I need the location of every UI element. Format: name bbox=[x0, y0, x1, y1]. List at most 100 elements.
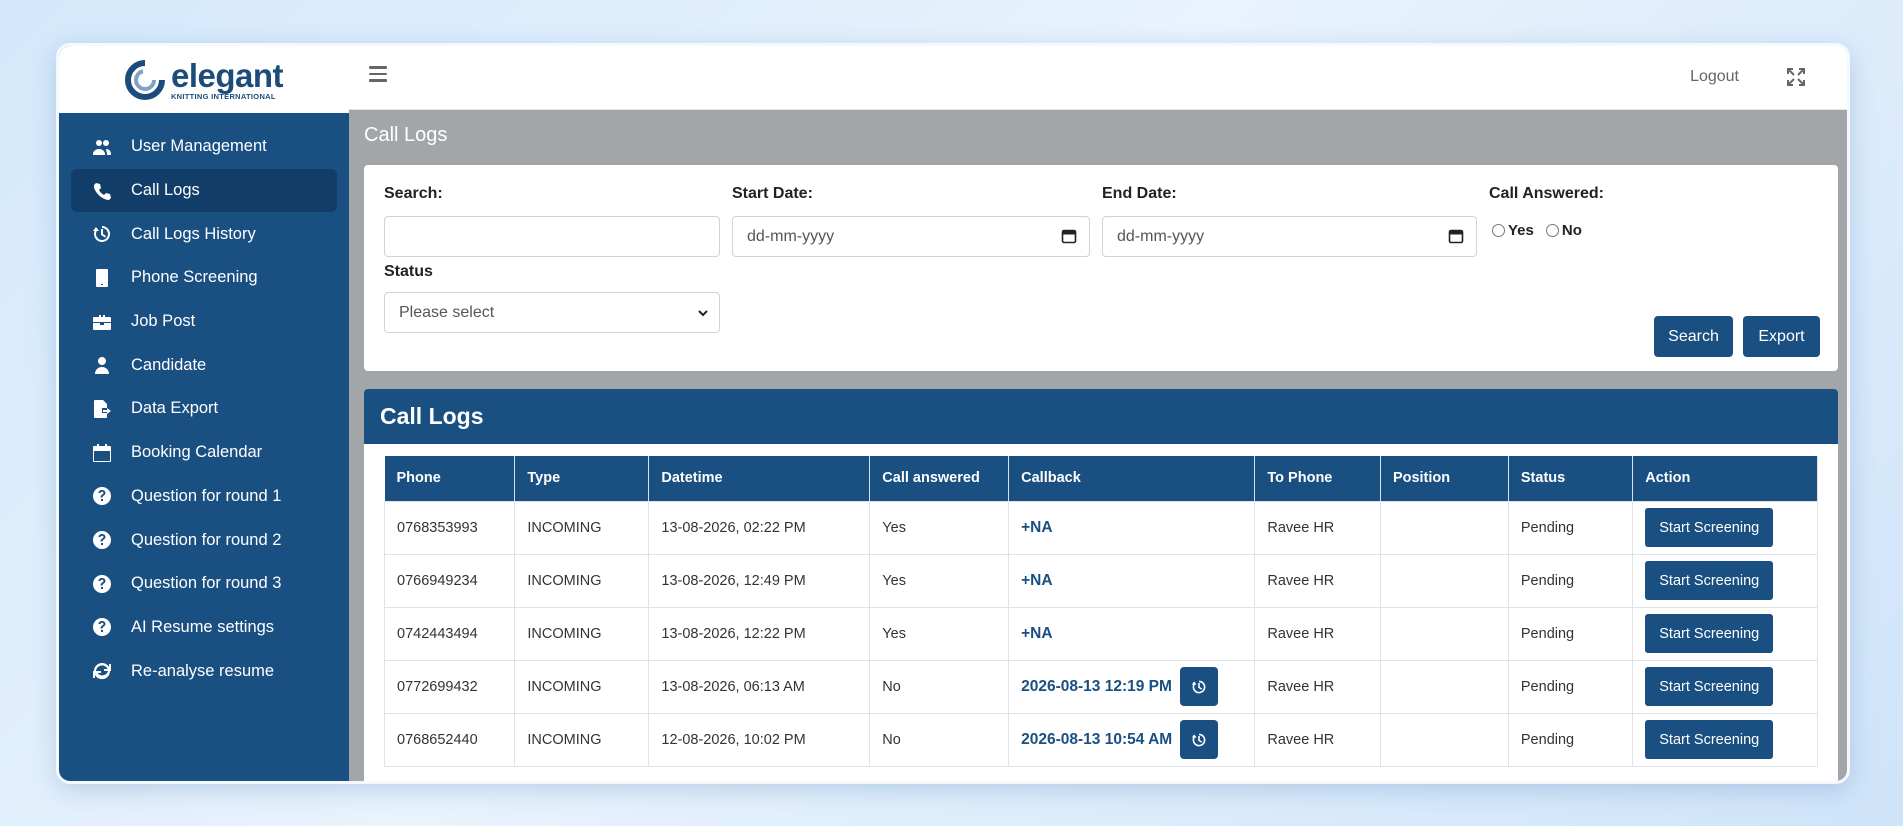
logo-mark-icon bbox=[124, 59, 165, 100]
radio-yes-dot[interactable] bbox=[1492, 224, 1505, 237]
logo-tagline: KNITTING INTERNATIONAL bbox=[170, 91, 276, 101]
callback-history-button[interactable] bbox=[1179, 667, 1218, 706]
cell-action: Start Screening bbox=[1632, 500, 1818, 555]
refresh-icon bbox=[91, 660, 113, 682]
table-row: 0742443494 INCOMING 13-08-2026, 12:22 PM Ye… bbox=[383, 606, 1818, 661]
start-screening-button[interactable]: Start Screening bbox=[1645, 720, 1774, 759]
callback-value: 2026-08-13 12:19 PM bbox=[1021, 677, 1172, 695]
question-circle-icon bbox=[91, 529, 113, 551]
column-header[interactable]: Callback bbox=[1008, 456, 1256, 501]
start-date-placeholder: dd-mm-yyyy bbox=[747, 227, 835, 245]
cell-call-answered: No bbox=[869, 712, 1010, 767]
cell-call-answered: Yes bbox=[869, 606, 1010, 661]
status-select[interactable]: Please select bbox=[384, 292, 720, 333]
start-screening-button[interactable]: Start Screening bbox=[1645, 508, 1774, 547]
briefcase-icon bbox=[91, 311, 113, 333]
cell-type: INCOMING bbox=[514, 500, 650, 555]
logo-name: elegant bbox=[170, 56, 284, 94]
callback-value: +NA bbox=[1021, 518, 1053, 536]
cell-callback: +NA bbox=[1008, 606, 1256, 661]
sidebar-item-ai-resume-settings[interactable]: AI Resume settings bbox=[71, 606, 337, 650]
sidebar-item-call-logs-history[interactable]: Call Logs History bbox=[71, 212, 337, 256]
users-icon bbox=[91, 136, 113, 158]
start-screening-button[interactable]: Start Screening bbox=[1645, 667, 1774, 706]
menu-toggle-icon[interactable] bbox=[369, 66, 387, 82]
table-row: 0768652440 INCOMING 12-08-2026, 10:02 PM No… bbox=[383, 712, 1818, 767]
cell-datetime: 13-08-2026, 02:22 PM bbox=[648, 500, 871, 555]
sidebar-nav: User Management Call Logs Call Logs Histor… bbox=[59, 113, 349, 693]
phone-icon bbox=[91, 180, 113, 202]
question-circle-icon bbox=[91, 616, 113, 638]
sidebar-item-label: Question for round 1 bbox=[131, 486, 282, 505]
sidebar-item-job-post[interactable]: Job Post bbox=[71, 300, 337, 344]
cell-to-phone: Ravee HR bbox=[1254, 606, 1381, 661]
call-logs-panel: Call Logs Phone Type Datetime Call answered… bbox=[364, 389, 1838, 781]
start-date-input[interactable]: dd-mm-yyyy bbox=[732, 216, 1090, 257]
sidebar-item-label: AI Resume settings bbox=[131, 617, 275, 636]
sidebar-item-label: Job Post bbox=[131, 312, 196, 331]
file-export-icon bbox=[91, 398, 113, 420]
radio-no-label: No bbox=[1561, 222, 1582, 239]
column-header[interactable]: Call answered bbox=[869, 456, 1010, 501]
end-date-placeholder: dd-mm-yyyy bbox=[1117, 227, 1205, 245]
call-answered-label: Call Answered: bbox=[1489, 185, 1604, 202]
start-screening-button[interactable]: Start Screening bbox=[1645, 561, 1774, 600]
export-button[interactable]: Export bbox=[1743, 316, 1820, 357]
sidebar-item-question-for-round-2[interactable]: Question for round 2 bbox=[71, 518, 337, 562]
sidebar: elegant KNITTING INTERNATIONAL User Mana… bbox=[59, 46, 349, 781]
cell-datetime: 13-08-2026, 12:22 PM bbox=[648, 606, 871, 661]
sidebar-item-label: Question for round 3 bbox=[131, 574, 282, 593]
cell-type: INCOMING bbox=[514, 606, 650, 661]
search-button[interactable]: Search bbox=[1654, 316, 1733, 357]
fullscreen-icon[interactable] bbox=[1785, 66, 1807, 88]
topbar: Logout bbox=[349, 46, 1847, 110]
sidebar-item-user-management[interactable]: User Management bbox=[71, 125, 337, 169]
cell-to-phone: Ravee HR bbox=[1254, 553, 1381, 608]
calendar-icon bbox=[91, 442, 113, 464]
column-header[interactable]: Position bbox=[1380, 456, 1509, 501]
call-logs-table: Phone Type Datetime Call answered Callback To… bbox=[383, 456, 1818, 767]
logo[interactable]: elegant KNITTING INTERNATIONAL bbox=[59, 46, 349, 113]
column-header[interactable]: To Phone bbox=[1254, 456, 1381, 501]
cell-callback: 2026-08-13 12:19 PM bbox=[1008, 659, 1256, 714]
radio-no[interactable]: No bbox=[1545, 222, 1582, 239]
cell-phone: 0768652440 bbox=[383, 712, 516, 767]
sidebar-item-question-for-round-1[interactable]: Question for round 1 bbox=[71, 475, 337, 519]
end-date-input[interactable]: dd-mm-yyyy bbox=[1102, 216, 1477, 257]
calendar-icon[interactable] bbox=[1061, 228, 1077, 244]
cell-type: INCOMING bbox=[514, 712, 650, 767]
sidebar-item-re-analyse-resume[interactable]: Re-analyse resume bbox=[71, 649, 337, 693]
cell-action: Start Screening bbox=[1632, 606, 1818, 661]
radio-no-dot[interactable] bbox=[1545, 224, 1559, 237]
cell-action: Start Screening bbox=[1632, 712, 1818, 767]
column-header[interactable]: Action bbox=[1632, 456, 1818, 501]
calendar-icon[interactable] bbox=[1448, 228, 1464, 244]
column-header[interactable]: Datetime bbox=[648, 456, 871, 501]
column-header[interactable]: Status bbox=[1508, 456, 1634, 501]
question-circle-icon bbox=[91, 485, 113, 507]
cell-callback: 2026-08-13 10:54 AM bbox=[1008, 712, 1256, 767]
sidebar-item-label: User Management bbox=[131, 137, 267, 156]
sidebar-item-data-export[interactable]: Data Export bbox=[71, 387, 337, 431]
end-date-label: End Date: bbox=[1102, 185, 1177, 202]
radio-yes[interactable]: Yes bbox=[1492, 222, 1534, 239]
start-screening-button[interactable]: Start Screening bbox=[1645, 614, 1774, 653]
column-header[interactable]: Phone bbox=[384, 456, 516, 501]
user-icon bbox=[91, 354, 113, 376]
column-header[interactable]: Type bbox=[514, 456, 650, 501]
logout-link[interactable]: Logout bbox=[1690, 68, 1739, 86]
sidebar-item-label: Phone Screening bbox=[131, 268, 258, 287]
page-title: Call Logs bbox=[364, 124, 448, 146]
callback-value: 2026-08-13 10:54 AM bbox=[1021, 730, 1173, 748]
sidebar-item-call-logs[interactable]: Call Logs bbox=[71, 168, 337, 213]
sidebar-item-question-for-round-3[interactable]: Question for round 3 bbox=[71, 562, 337, 606]
cell-position bbox=[1379, 659, 1509, 714]
cell-datetime: 13-08-2026, 06:13 AM bbox=[648, 659, 871, 714]
sidebar-item-candidate[interactable]: Candidate bbox=[71, 343, 337, 387]
callback-value: +NA bbox=[1021, 571, 1053, 589]
sidebar-item-booking-calendar[interactable]: Booking Calendar bbox=[71, 431, 337, 475]
search-input[interactable] bbox=[384, 216, 720, 257]
call-logs-heading: Call Logs bbox=[364, 389, 1838, 444]
callback-history-button[interactable] bbox=[1180, 720, 1219, 759]
sidebar-item-phone-screening[interactable]: Phone Screening bbox=[71, 256, 337, 300]
